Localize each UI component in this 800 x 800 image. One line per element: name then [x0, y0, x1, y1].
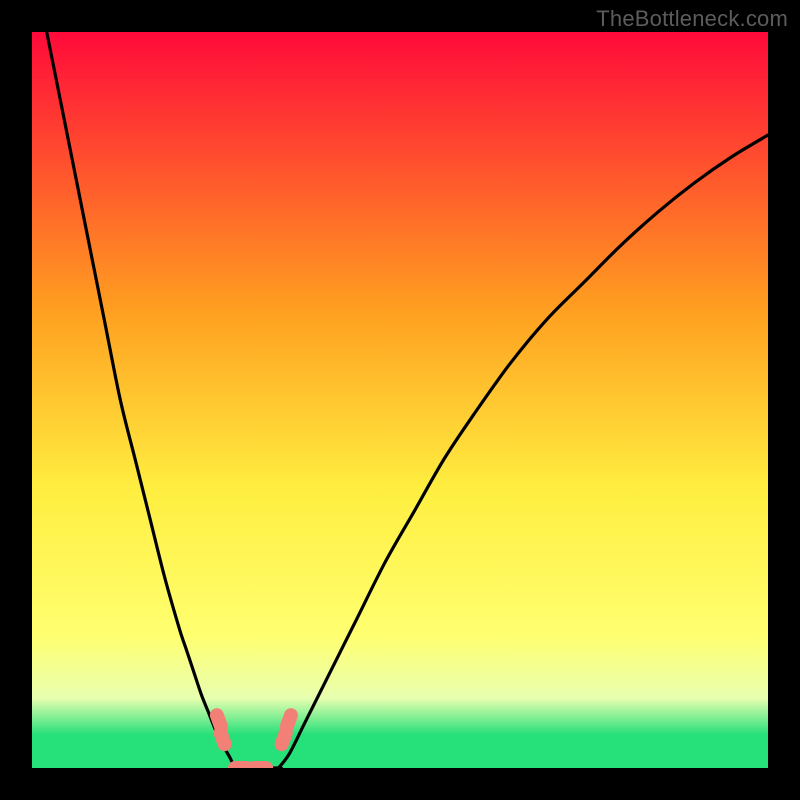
bottleneck-curve-chart [32, 32, 768, 768]
chart-frame: TheBottleneck.com [0, 0, 800, 800]
chart-plot-area [32, 32, 768, 768]
watermark-label: TheBottleneck.com [596, 6, 788, 32]
gradient-background [32, 32, 768, 768]
data-marker [247, 761, 273, 768]
